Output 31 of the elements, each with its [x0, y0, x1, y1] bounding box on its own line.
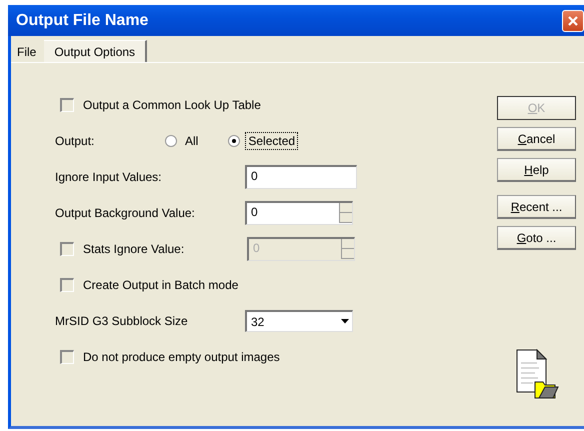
- input-field[interactable]: 0: [245, 165, 357, 189]
- window-title: Output File Name: [16, 12, 148, 30]
- checkbox[interactable]: [60, 98, 74, 112]
- close-icon: [567, 14, 579, 26]
- radio-button[interactable]: [165, 135, 177, 147]
- field-label: Output:: [55, 134, 96, 148]
- spin-arrows-icon: [341, 239, 354, 259]
- close-button[interactable]: [562, 10, 584, 32]
- radio-label: All: [184, 133, 200, 149]
- field-label: Output Background Value:: [55, 206, 196, 220]
- field-label: Ignore Input Values:: [55, 170, 163, 184]
- caret-icon: [341, 319, 349, 324]
- dialog-button[interactable]: Help: [497, 158, 576, 182]
- tab[interactable]: File: [11, 42, 44, 62]
- radio-button[interactable]: [228, 135, 240, 147]
- checkbox[interactable]: [60, 350, 74, 364]
- checkbox-label: Stats Ignore Value:: [83, 242, 186, 256]
- radio-label: Selected: [246, 133, 298, 149]
- spin-arrows-icon: [339, 203, 352, 223]
- checkbox-label: Output a Common Look Up Table: [83, 98, 261, 112]
- checkbox[interactable]: [60, 278, 74, 292]
- field-label: MrSID G3 Subblock Size: [55, 314, 189, 328]
- dialog-button[interactable]: Cancel: [497, 127, 576, 151]
- spinner-field[interactable]: 0: [245, 201, 353, 225]
- checkbox-label: Create Output in Batch mode: [83, 278, 238, 292]
- tab[interactable]: Output Options: [44, 40, 148, 62]
- dropdown[interactable]: 32: [245, 310, 353, 332]
- document-folder-icon: [514, 349, 558, 399]
- dialog-button[interactable]: Goto ...: [497, 226, 576, 250]
- checkbox-label: Do not produce empty output images: [83, 350, 280, 364]
- dialog-button[interactable]: Recent ...: [497, 195, 576, 219]
